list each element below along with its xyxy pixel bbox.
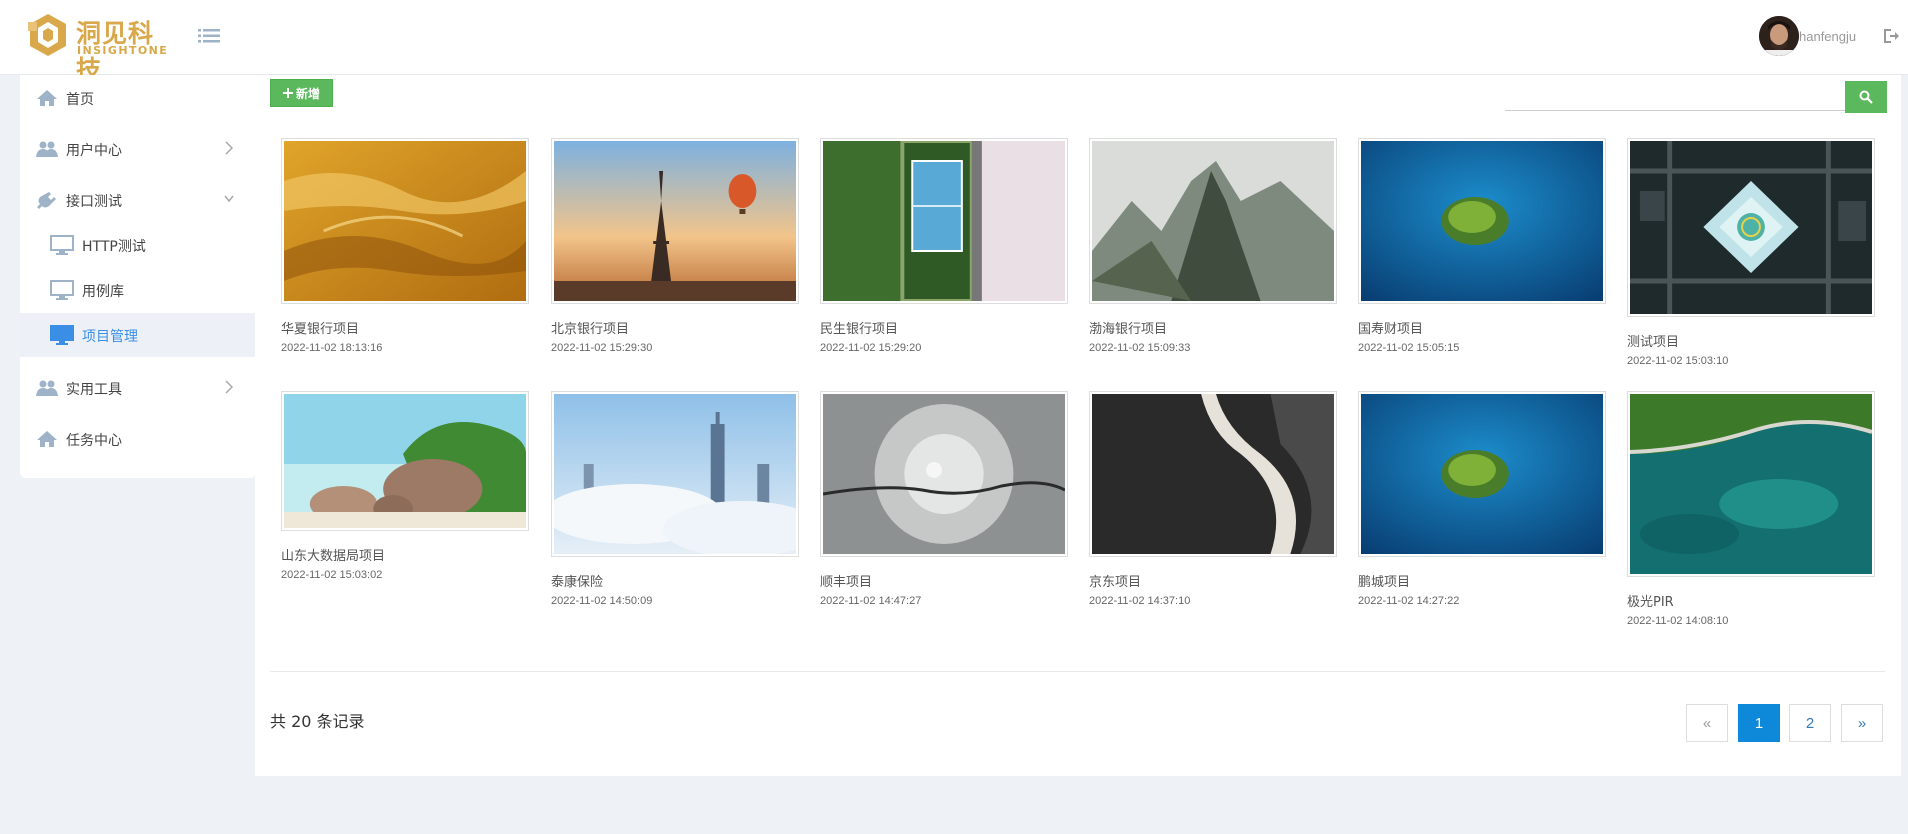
project-name[interactable]: 测试项目 — [1627, 331, 1679, 350]
project-name[interactable]: 顺丰项目 — [820, 571, 872, 590]
search-button[interactable] — [1845, 81, 1887, 113]
project-thumbnail[interactable] — [1627, 138, 1875, 317]
sidebar-item-label: 项目管理 — [82, 329, 138, 345]
project-name[interactable]: 鹏城项目 — [1358, 571, 1410, 590]
project-date: 2022-11-02 15:05:15 — [1358, 342, 1460, 354]
project-name[interactable]: 泰康保险 — [551, 571, 603, 590]
add-button-label: 新增 — [295, 86, 320, 101]
sign-out-icon[interactable] — [1882, 27, 1900, 45]
sidebar-item-http-test[interactable]: HTTP测试 — [20, 223, 256, 267]
project-date: 2022-11-02 14:50:09 — [551, 595, 653, 607]
project-name[interactable]: 国寿财项目 — [1358, 318, 1423, 337]
home-icon — [37, 431, 57, 447]
sidebar-item-user-center[interactable]: 用户中心 — [20, 126, 256, 172]
skyscrapers-in-clouds-image — [544, 394, 822, 557]
chevron-right-icon — [225, 141, 234, 155]
chevron-right-icon — [225, 380, 234, 394]
search-icon — [1859, 90, 1873, 104]
project-date: 2022-11-02 15:09:33 — [1089, 342, 1191, 354]
total-records: 共 20 条记录 — [270, 712, 365, 731]
project-date: 2022-11-02 14:27:22 — [1358, 595, 1460, 607]
project-thumbnail[interactable] — [281, 391, 529, 531]
sidebar-item-label: 用户中心 — [66, 143, 122, 159]
project-date: 2022-11-02 15:03:02 — [281, 569, 383, 581]
project-name[interactable]: 京东项目 — [1089, 571, 1141, 590]
project-thumbnail[interactable] — [820, 138, 1068, 304]
sidebar-item-label: HTTP测试 — [82, 239, 146, 255]
city-aerial-night-image — [1630, 141, 1872, 314]
search-input[interactable] — [1505, 81, 1845, 111]
project-name[interactable]: 渤海银行项目 — [1089, 318, 1167, 337]
sidebar-item-label: 任务中心 — [66, 433, 122, 449]
sidebar-item-case-library[interactable]: 用例库 — [20, 268, 256, 312]
island-blue-sea-image — [1361, 141, 1603, 301]
desktop-icon — [50, 325, 74, 345]
project-name[interactable]: 华夏银行项目 — [281, 318, 359, 337]
top-header: 洞见科技 INSIGHTONE hanfengju — [0, 0, 1908, 84]
sidebar: 首页 用户中心 接口测试 HTTP测试 用例库 项目管理 实用工具 任务中心 — [20, 75, 256, 478]
project-date: 2022-11-02 15:03:10 — [1627, 355, 1729, 367]
list-icon[interactable] — [198, 26, 220, 46]
logo-mark-icon — [28, 14, 66, 56]
misty-mountains-image — [1092, 141, 1334, 301]
project-thumbnail[interactable] — [1358, 391, 1606, 557]
tropical-beach-rocks-image — [284, 394, 526, 528]
project-date: 2022-11-02 15:29:20 — [820, 342, 922, 354]
plug-icon — [37, 192, 56, 209]
project-date: 2022-11-02 14:47:27 — [820, 595, 922, 607]
project-thumbnail[interactable] — [1089, 138, 1337, 304]
project-thumbnail[interactable] — [1627, 391, 1875, 577]
sidebar-item-api-test[interactable]: 接口测试 — [20, 177, 256, 223]
project-thumbnail[interactable] — [1089, 391, 1337, 557]
users-icon — [36, 141, 58, 157]
project-name[interactable]: 民生银行项目 — [820, 318, 898, 337]
home-icon — [37, 90, 57, 106]
users-icon — [36, 380, 58, 396]
desktop-icon — [50, 235, 74, 255]
pagination-page-2[interactable]: 2 — [1789, 704, 1831, 742]
avatar[interactable] — [1759, 16, 1799, 56]
project-name[interactable]: 北京银行项目 — [551, 318, 629, 337]
main-content: 新增 华夏银行项目 2022-11-02 18:13:16 北京银行项目 202… — [255, 75, 1901, 776]
pagination-page-1[interactable]: 1 — [1738, 704, 1780, 742]
pagination-prev[interactable]: « — [1686, 704, 1728, 742]
brand-logo[interactable]: 洞见科技 INSIGHTONE — [26, 12, 176, 84]
snowy-forest-aerial-image — [822, 394, 1066, 554]
project-thumbnail[interactable] — [551, 138, 799, 304]
project-thumbnail[interactable] — [544, 391, 822, 557]
project-date: 2022-11-02 18:13:16 — [281, 342, 383, 354]
plus-icon — [282, 88, 293, 98]
project-thumbnail[interactable] — [820, 391, 1068, 557]
project-thumbnail[interactable] — [1358, 138, 1606, 304]
sidebar-item-label: 实用工具 — [66, 382, 122, 398]
chevron-down-icon — [224, 195, 234, 203]
coastal-road-lagoon-image — [1629, 394, 1873, 574]
project-date: 2022-11-02 15:29:30 — [551, 342, 653, 354]
sidebar-item-label: 用例库 — [82, 284, 124, 300]
project-date: 2022-11-02 14:08:10 — [1627, 615, 1729, 627]
sidebar-item-label: 接口测试 — [66, 194, 122, 210]
project-name[interactable]: 山东大数据局项目 — [281, 545, 385, 564]
pagination-next[interactable]: » — [1841, 704, 1883, 742]
username[interactable]: hanfengju — [1799, 29, 1856, 44]
sidebar-item-project-management[interactable]: 项目管理 — [20, 313, 256, 357]
sidebar-item-task-center[interactable]: 任务中心 — [20, 416, 256, 462]
tennis-court-aerial-image — [823, 139, 1065, 303]
desktop-icon — [50, 280, 74, 300]
island-blue-sea-image — [1361, 394, 1603, 554]
sidebar-item-label: 首页 — [66, 92, 94, 108]
sidebar-item-home[interactable]: 首页 — [20, 75, 256, 121]
desert-dunes-image — [284, 141, 526, 301]
project-thumbnail[interactable] — [281, 138, 529, 304]
sidebar-item-utilities[interactable]: 实用工具 — [20, 365, 256, 411]
project-date: 2022-11-02 14:37:10 — [1089, 595, 1191, 607]
black-sand-shore-image — [1092, 394, 1334, 554]
eiffel-tower-balloon-image — [554, 141, 796, 301]
brand-name-en: INSIGHTONE — [77, 44, 169, 57]
avatar-image — [1759, 16, 1799, 56]
add-button[interactable]: 新增 — [270, 79, 333, 107]
project-name[interactable]: 极光PIR — [1627, 591, 1674, 610]
divider — [270, 671, 1885, 672]
